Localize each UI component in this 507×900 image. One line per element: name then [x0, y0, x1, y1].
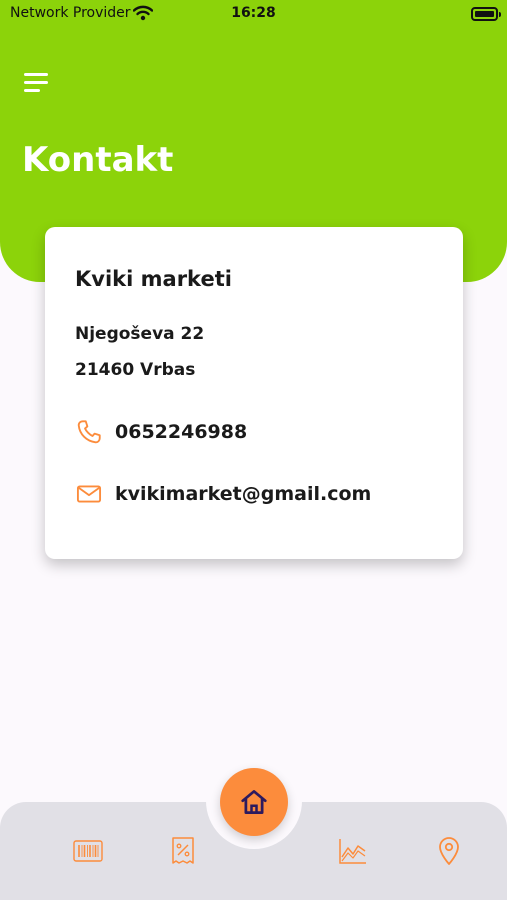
chart-icon [339, 839, 366, 864]
email-row[interactable]: kvikimarket@gmail.com [75, 479, 371, 509]
menu-icon-bar-2 [24, 81, 48, 84]
nav-item-locations[interactable] [432, 836, 466, 866]
status-time: 16:28 [231, 5, 276, 21]
home-icon [241, 790, 267, 814]
phone-row[interactable]: 0652246988 [75, 417, 247, 447]
menu-button[interactable] [22, 70, 52, 96]
email-address: kvikimarket@gmail.com [115, 483, 372, 505]
contact-card: Kviki marketi Njegoševa 22 21460 Vrbas 0… [45, 227, 463, 559]
home-button[interactable] [220, 768, 288, 836]
menu-icon-bar-1 [24, 73, 48, 76]
address-street: Njegoševa 22 [75, 324, 205, 344]
store-name: Kviki marketi [75, 267, 232, 291]
battery-icon [471, 7, 501, 21]
nav-item-barcode[interactable] [71, 836, 105, 866]
mail-icon [76, 485, 102, 503]
page-title: Kontakt [22, 140, 174, 180]
discount-receipt-icon [172, 837, 194, 864]
nav-item-discounts[interactable] [166, 836, 200, 866]
menu-icon-bar-3 [24, 89, 40, 92]
phone-icon [77, 420, 101, 444]
status-bar: Network Provider 16:28 [0, 0, 507, 28]
location-pin-icon [439, 837, 459, 865]
barcode-icon [73, 840, 103, 862]
nav-item-statistics[interactable] [336, 836, 370, 866]
address-city: 21460 Vrbas [75, 360, 196, 380]
phone-number: 0652246988 [115, 421, 248, 443]
